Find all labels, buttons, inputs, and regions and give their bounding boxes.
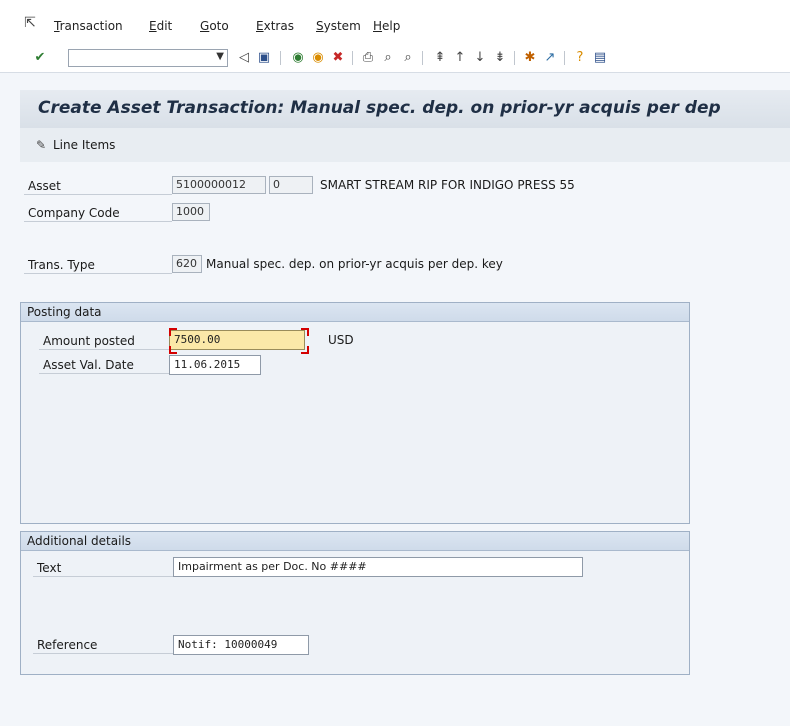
asset-number-field[interactable]: 5100000012: [172, 176, 266, 194]
menu-transaction[interactable]: Transaction: [54, 19, 123, 33]
toolbar-separator: [422, 51, 423, 65]
toolbar-separator: [280, 51, 281, 65]
trans-type-description: Manual spec. dep. on prior-yr acquis per…: [206, 257, 503, 271]
exit-icon[interactable]: ◉: [310, 50, 326, 66]
main-content: Asset 5100000012 0 SMART STREAM RIP FOR …: [20, 162, 790, 726]
focus-corner: [169, 346, 177, 354]
asset-val-date-input[interactable]: 11.06.2015: [169, 355, 261, 375]
new-session-icon[interactable]: ✱: [522, 50, 538, 66]
shortcut-icon[interactable]: ↗: [542, 50, 558, 66]
previous-page-icon[interactable]: ↑: [452, 50, 468, 66]
menu-edit[interactable]: Edit: [149, 19, 172, 33]
asset-val-date-label: Asset Val. Date: [39, 356, 169, 374]
enter-check-icon[interactable]: ✔: [32, 50, 48, 66]
line-items-label: Line Items: [53, 138, 116, 152]
company-code-field[interactable]: 1000: [172, 203, 210, 221]
print-icon[interactable]: ⎙: [360, 50, 376, 66]
chevron-down-icon[interactable]: ▼: [216, 51, 224, 62]
additional-details-header: Additional details: [21, 532, 689, 551]
toolbar-separator: [352, 51, 353, 65]
back-arrow-icon[interactable]: ◁: [236, 50, 252, 66]
find-icon[interactable]: ⌕: [380, 50, 396, 66]
page-title: Create Asset Transaction: Manual spec. d…: [38, 98, 721, 118]
additional-details-group: Additional details Text Impairment as pe…: [20, 531, 690, 675]
reference-input[interactable]: Notif: 10000049: [173, 635, 309, 655]
menu-bar: ⇱ Transaction Edit Goto Extras System He…: [0, 0, 790, 44]
asset-description: SMART STREAM RIP FOR INDIGO PRESS 55: [320, 178, 575, 192]
toolbar-separator: [564, 51, 565, 65]
amount-posted-input[interactable]: 7500.00: [169, 330, 305, 350]
trans-type-code-field[interactable]: 620: [172, 255, 202, 273]
application-toolbar: ✎ Line Items: [20, 128, 790, 163]
standard-toolbar: ✔ ▼ ◁ ▣ ◉ ◉ ✖ ⎙ ⌕ ⌕ ⇞ ↑ ↓ ⇟ ✱ ↗ ? ▤: [0, 44, 790, 73]
back-icon[interactable]: ◉: [290, 50, 306, 66]
reference-label: Reference: [33, 636, 173, 654]
amount-posted-label: Amount posted: [39, 332, 169, 350]
help-icon[interactable]: ?: [572, 50, 588, 66]
focus-corner: [169, 328, 177, 336]
line-items-button[interactable]: ✎ Line Items: [36, 138, 115, 152]
menu-extras[interactable]: Extras: [256, 19, 294, 33]
exit-menu-icon[interactable]: ⇱: [22, 15, 38, 31]
text-input[interactable]: Impairment as per Doc. No ####: [173, 557, 583, 577]
screen-title-bar: Create Asset Transaction: Manual spec. d…: [20, 90, 790, 129]
menu-system[interactable]: System: [316, 19, 361, 33]
menu-goto[interactable]: Goto: [200, 19, 229, 33]
next-page-icon[interactable]: ↓: [472, 50, 488, 66]
find-next-icon[interactable]: ⌕: [400, 50, 416, 66]
last-page-icon[interactable]: ⇟: [492, 50, 508, 66]
asset-subnumber-field[interactable]: 0: [269, 176, 313, 194]
text-label: Text: [33, 559, 173, 577]
asset-label: Asset: [24, 177, 172, 195]
posting-data-header: Posting data: [21, 303, 689, 322]
company-code-label: Company Code: [24, 204, 172, 222]
currency-label: USD: [328, 333, 354, 347]
save-icon[interactable]: ▣: [256, 50, 272, 66]
command-field[interactable]: ▼: [68, 49, 228, 67]
focus-corner: [301, 328, 309, 336]
posting-data-group: Posting data Amount posted 7500.00 USD A…: [20, 302, 690, 524]
focus-corner: [301, 346, 309, 354]
toolbar-separator: [514, 51, 515, 65]
cancel-icon[interactable]: ✖: [330, 50, 346, 66]
layout-menu-icon[interactable]: ▤: [592, 50, 608, 66]
trans-type-label: Trans. Type: [24, 256, 172, 274]
pencil-icon: ✎: [36, 138, 47, 152]
menu-help[interactable]: Help: [373, 19, 400, 33]
first-page-icon[interactable]: ⇞: [432, 50, 448, 66]
